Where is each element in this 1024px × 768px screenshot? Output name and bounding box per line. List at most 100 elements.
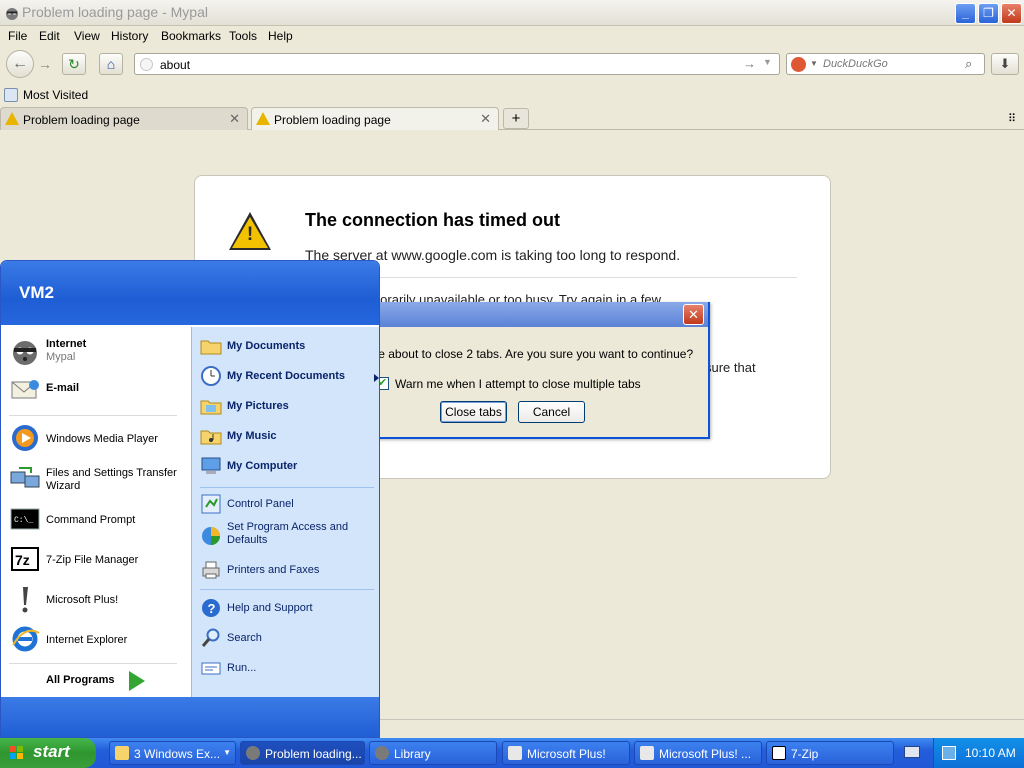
taskbar: start 3 Windows Ex... ▼ Problem loading.… bbox=[0, 738, 1024, 768]
place-label: My Pictures bbox=[227, 400, 289, 412]
start-menu-programs: Internet Mypal E-mail Windows Media Play… bbox=[1, 327, 190, 697]
taskbar-label: Microsoft Plus! ... bbox=[659, 747, 752, 761]
mypal-icon bbox=[6, 8, 18, 20]
url-input[interactable]: about bbox=[160, 58, 190, 72]
most-visited-bookmark[interactable]: Most Visited bbox=[23, 88, 88, 102]
search-icon[interactable]: ⌕ bbox=[965, 56, 972, 72]
close-tab-icon[interactable]: ✕ bbox=[229, 111, 240, 127]
all-programs-button[interactable]: All Programs bbox=[1, 661, 190, 697]
tab-2[interactable]: Problem loading page ✕ bbox=[251, 107, 499, 130]
program-command-prompt[interactable]: C:\_ Command Prompt bbox=[9, 503, 185, 535]
place-my-pictures[interactable]: My Pictures bbox=[200, 395, 376, 419]
menu-help[interactable]: Help bbox=[268, 29, 293, 43]
cancel-button[interactable]: Cancel bbox=[518, 401, 585, 423]
tab-label: Problem loading page bbox=[23, 113, 140, 127]
start-label: start bbox=[33, 742, 70, 761]
program-internet-explorer[interactable]: Internet Explorer bbox=[9, 623, 185, 655]
error-title: The connection has timed out bbox=[305, 210, 561, 230]
place-search[interactable]: Search bbox=[200, 627, 376, 651]
place-my-music[interactable]: My Music bbox=[200, 425, 376, 449]
taskbar-button-microsoft-plus[interactable]: Microsoft Plus! bbox=[502, 741, 630, 765]
start-menu-footer bbox=[1, 697, 379, 737]
menu-file[interactable]: File bbox=[8, 29, 27, 43]
duckduckgo-icon[interactable] bbox=[791, 57, 806, 72]
taskbar-button-windows-explorer[interactable]: 3 Windows Ex... ▼ bbox=[109, 741, 236, 765]
all-programs-arrow-icon bbox=[129, 671, 145, 691]
program-label: Internet Explorer bbox=[46, 634, 128, 646]
network-icon[interactable] bbox=[942, 746, 956, 760]
back-button[interactable]: ← bbox=[6, 50, 34, 78]
go-arrow-icon[interactable]: → bbox=[743, 56, 756, 71]
clock[interactable]: 10:10 AM bbox=[965, 746, 1016, 760]
place-my-recent-documents[interactable]: My Recent Documents bbox=[200, 365, 379, 389]
place-label: Printers and Faxes bbox=[227, 564, 320, 576]
7zip-icon: 7z bbox=[11, 547, 39, 571]
control-panel-icon bbox=[201, 494, 221, 514]
error-details-continued: sure that bbox=[705, 360, 756, 375]
internet-explorer-icon bbox=[12, 626, 40, 652]
forward-button[interactable]: → bbox=[36, 55, 54, 73]
url-bar[interactable]: about → ▼ bbox=[134, 53, 780, 75]
dialog-close-button[interactable]: ✕ bbox=[683, 304, 704, 325]
program-microsoft-plus[interactable]: Microsoft Plus! bbox=[9, 583, 185, 615]
menu-view[interactable]: View bbox=[74, 29, 100, 43]
back-arrow-icon: ← bbox=[12, 55, 28, 72]
tab-1[interactable]: Problem loading page ✕ bbox=[0, 107, 248, 130]
pinned-email[interactable]: E-mail bbox=[9, 373, 185, 405]
search-input[interactable]: DuckDuckGo bbox=[823, 58, 888, 70]
keyboard-icon[interactable] bbox=[904, 746, 920, 758]
close-tab-icon[interactable]: ✕ bbox=[480, 111, 491, 127]
navigation-toolbar: ← → ↻ ⌂ about → ▼ ▼ DuckDuckGo ⌕ ⬇ bbox=[0, 46, 1024, 84]
close-window-button[interactable]: ✕ bbox=[1001, 3, 1022, 24]
url-dropdown-icon[interactable]: ▼ bbox=[763, 57, 772, 67]
close-tabs-button[interactable]: Close tabs bbox=[440, 401, 507, 423]
program-windows-media-player[interactable]: Windows Media Player bbox=[9, 422, 185, 454]
separator bbox=[200, 589, 374, 590]
menu-bar: File Edit View History Bookmarks Tools H… bbox=[0, 26, 1024, 46]
downloads-button[interactable]: ⬇ bbox=[991, 53, 1019, 75]
program-files-settings-transfer[interactable]: Files and Settings Transfer Wizard bbox=[9, 462, 185, 494]
menu-history[interactable]: History bbox=[111, 29, 148, 43]
minimize-button[interactable]: _ bbox=[955, 3, 976, 24]
taskbar-label: Microsoft Plus! bbox=[527, 747, 606, 761]
menu-bookmarks[interactable]: Bookmarks bbox=[161, 29, 221, 43]
user-name: VM2 bbox=[19, 283, 54, 302]
warning-icon bbox=[256, 112, 270, 125]
search-bar[interactable]: ▼ DuckDuckGo ⌕ bbox=[786, 53, 985, 75]
home-button[interactable]: ⌂ bbox=[99, 53, 123, 75]
menu-tools[interactable]: Tools bbox=[229, 29, 257, 43]
taskbar-button-microsoft-plus-2[interactable]: Microsoft Plus! ... bbox=[634, 741, 762, 765]
taskbar-button-mypal[interactable]: Problem loading... bbox=[240, 741, 365, 765]
tab-groups-icon[interactable]: ⠿ bbox=[1008, 112, 1016, 125]
warn-checkbox-label[interactable]: Warn me when I attempt to close multiple… bbox=[395, 377, 641, 391]
place-run[interactable]: Run... bbox=[200, 657, 376, 681]
email-icon bbox=[11, 380, 39, 399]
menu-edit[interactable]: Edit bbox=[39, 29, 60, 43]
search-engine-dropdown-icon[interactable]: ▼ bbox=[810, 59, 818, 68]
program-7zip[interactable]: 7z 7-Zip File Manager bbox=[9, 543, 185, 575]
place-control-panel[interactable]: Control Panel bbox=[200, 493, 376, 517]
start-menu-header: VM2 bbox=[1, 261, 379, 325]
place-label: Search bbox=[227, 632, 262, 644]
restore-button[interactable]: ❐ bbox=[978, 3, 999, 24]
start-button[interactable]: start bbox=[0, 738, 96, 768]
taskbar-button-library[interactable]: Library bbox=[369, 741, 497, 765]
mypal-icon bbox=[13, 341, 37, 365]
taskbar-button-7zip[interactable]: 7-Zip bbox=[766, 741, 894, 765]
reload-button[interactable]: ↻ bbox=[62, 53, 86, 75]
place-help-and-support[interactable]: ? Help and Support bbox=[200, 597, 376, 621]
place-my-documents[interactable]: My Documents bbox=[200, 335, 376, 359]
place-set-program-access[interactable]: Set Program Access and Defaults bbox=[200, 521, 376, 551]
new-tab-button[interactable]: + bbox=[503, 108, 529, 129]
place-label: Control Panel bbox=[227, 498, 294, 510]
place-printers-and-faxes[interactable]: Printers and Faxes bbox=[200, 559, 376, 583]
pinned-internet[interactable]: Internet Mypal bbox=[9, 335, 185, 367]
plus-icon: + bbox=[511, 110, 521, 127]
command-prompt-icon: C:\_ bbox=[10, 508, 40, 530]
mypal-icon bbox=[246, 746, 260, 760]
place-my-computer[interactable]: My Computer bbox=[200, 455, 376, 479]
site-identity-icon[interactable] bbox=[140, 58, 153, 71]
place-label: Run... bbox=[227, 662, 257, 674]
system-tray: 10:10 AM bbox=[933, 738, 1024, 768]
taskbar-label: 3 Windows Ex... bbox=[134, 747, 221, 761]
